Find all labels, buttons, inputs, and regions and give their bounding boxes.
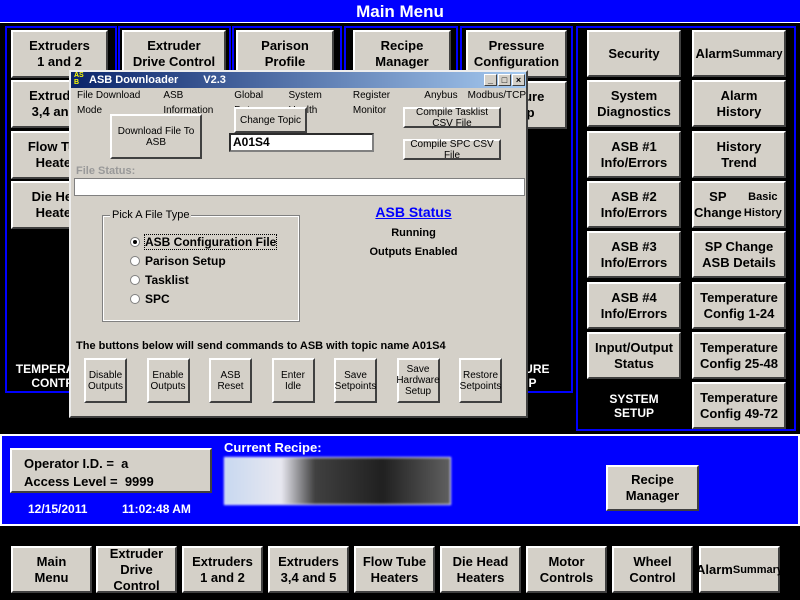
system-setup-button[interactable]: Temperature Config 25-48 bbox=[692, 332, 786, 379]
time: 11:02:48 AM bbox=[122, 502, 191, 516]
download-file-button[interactable]: Download File To ASB bbox=[110, 114, 202, 159]
recipe-manager-button[interactable]: Recipe Manager bbox=[606, 465, 699, 511]
radio-tasklist[interactable]: Tasklist bbox=[130, 273, 189, 287]
asb-status-link[interactable]: ASB Status bbox=[341, 204, 486, 220]
bottom-nav-button[interactable]: Wheel Control bbox=[612, 546, 693, 593]
command-button[interactable]: ASB Reset bbox=[209, 358, 252, 403]
change-topic-button[interactable]: Change Topic bbox=[234, 107, 307, 133]
file-type-group-label: Pick A File Type bbox=[110, 209, 192, 221]
bottom-nav-button[interactable]: Extruders 1 and 2 bbox=[182, 546, 263, 593]
system-setup-button[interactable]: ASB #3 Info/Errors bbox=[587, 231, 681, 278]
menu-system-health[interactable]: System Health bbox=[288, 88, 342, 116]
window-title: ASB Downloader bbox=[89, 74, 179, 86]
compile-tasklist-button[interactable]: Compile Tasklist CSV File bbox=[403, 107, 501, 129]
command-button[interactable]: Enter Idle bbox=[271, 358, 315, 403]
commands-note: The buttons below will send commands to … bbox=[76, 340, 446, 352]
system-setup-button[interactable]: ASB #2 Info/Errors bbox=[587, 181, 681, 228]
current-recipe-label: Current Recipe: bbox=[224, 440, 322, 455]
date: 12/15/2011 bbox=[28, 502, 88, 516]
maximize-icon[interactable]: □ bbox=[498, 74, 511, 86]
bottom-nav-button[interactable]: Main Menu bbox=[11, 546, 92, 593]
current-recipe-field bbox=[224, 457, 451, 505]
radio-parison-setup[interactable]: Parison Setup bbox=[130, 254, 226, 268]
bottom-nav-button[interactable]: Alarm Summary bbox=[696, 546, 783, 593]
system-setup-label: SYSTEM SETUP bbox=[609, 392, 659, 420]
operator-id: Operator I.D. = a bbox=[24, 456, 129, 471]
file-status-field bbox=[74, 178, 525, 196]
bottom-nav-button[interactable]: Extruder Drive Control bbox=[96, 546, 177, 593]
title-bar[interactable]: ASB ASB Downloader V2.3 _ □ × bbox=[71, 72, 526, 88]
access-level: Access Level = 9999 bbox=[24, 474, 154, 489]
file-status-label: File Status: bbox=[76, 165, 136, 177]
status-running: Running bbox=[391, 227, 436, 239]
bottom-nav-button[interactable]: Die Head Heaters bbox=[440, 546, 521, 593]
system-setup-button[interactable]: Security bbox=[587, 30, 681, 77]
system-setup-button[interactable]: ASB #4 Info/Errors bbox=[587, 282, 681, 329]
system-setup-button[interactable]: Alarm History bbox=[692, 80, 786, 127]
radio-icon bbox=[130, 294, 140, 304]
system-setup-button[interactable]: System Diagnostics bbox=[587, 80, 681, 127]
asb-app-icon: ASB bbox=[74, 72, 84, 86]
topic-input[interactable]: A01S4 bbox=[229, 133, 374, 152]
radio-spc[interactable]: SPC bbox=[130, 292, 170, 306]
operator-box[interactable]: Operator I.D. = a Access Level = 9999 bbox=[10, 448, 212, 493]
menu-modbus-tcp[interactable]: Modbus/TCP bbox=[468, 88, 526, 103]
system-setup-button[interactable]: SP Change Basic History bbox=[692, 181, 786, 228]
system-setup-button[interactable]: History Trend bbox=[692, 131, 786, 178]
file-type-group: Pick A File Type ASB Configuration File … bbox=[102, 209, 300, 322]
menu-anybus[interactable]: Anybus bbox=[424, 88, 457, 103]
system-setup-button[interactable]: ASB #1 Info/Errors bbox=[587, 131, 681, 178]
system-setup-button[interactable]: Input/Output Status bbox=[587, 332, 681, 379]
menu-file-download-mode[interactable]: File Download Mode bbox=[77, 88, 153, 116]
minimize-icon[interactable]: _ bbox=[484, 74, 497, 86]
menu-asb-information[interactable]: ASB Information bbox=[163, 88, 224, 116]
bottom-nav-button[interactable]: Flow Tube Heaters bbox=[354, 546, 435, 593]
radio-asb-configuration-file[interactable]: ASB Configuration File bbox=[130, 234, 278, 250]
close-icon[interactable]: × bbox=[512, 74, 525, 86]
menu-bar: File Download Mode ASB Information Globa… bbox=[71, 88, 526, 116]
compile-spc-button[interactable]: Compile SPC CSV File bbox=[403, 139, 501, 161]
command-button[interactable]: Disable Outputs bbox=[84, 358, 127, 403]
command-button[interactable]: Save Hardware Setup bbox=[396, 358, 440, 403]
asb-downloader-window: ASB ASB Downloader V2.3 _ □ × File Downl… bbox=[69, 70, 528, 418]
main-menu-title: Main Menu bbox=[0, 0, 800, 23]
system-setup-button[interactable]: Temperature Config 1-24 bbox=[692, 282, 786, 329]
system-setup-button[interactable]: SP Change ASB Details bbox=[692, 231, 786, 278]
command-button[interactable]: Save Setpoints bbox=[334, 358, 377, 403]
system-setup-button[interactable]: Temperature Config 49-72 bbox=[692, 382, 786, 429]
window-version: V2.3 bbox=[203, 74, 226, 86]
command-button[interactable]: Restore Setpoints bbox=[459, 358, 502, 403]
radio-selected-icon bbox=[130, 237, 140, 247]
menu-register-monitor[interactable]: Register Monitor bbox=[353, 88, 414, 116]
bottom-nav-button[interactable]: Extruders 3,4 and 5 bbox=[268, 546, 349, 593]
system-setup-button[interactable]: Alarm Summary bbox=[692, 30, 786, 77]
command-button[interactable]: Enable Outputs bbox=[146, 358, 190, 403]
status-outputs: Outputs Enabled bbox=[369, 246, 458, 258]
radio-icon bbox=[130, 256, 140, 266]
radio-icon bbox=[130, 275, 140, 285]
bottom-nav-button[interactable]: Motor Controls bbox=[526, 546, 607, 593]
menu-global-data[interactable]: Global Data bbox=[234, 88, 278, 116]
